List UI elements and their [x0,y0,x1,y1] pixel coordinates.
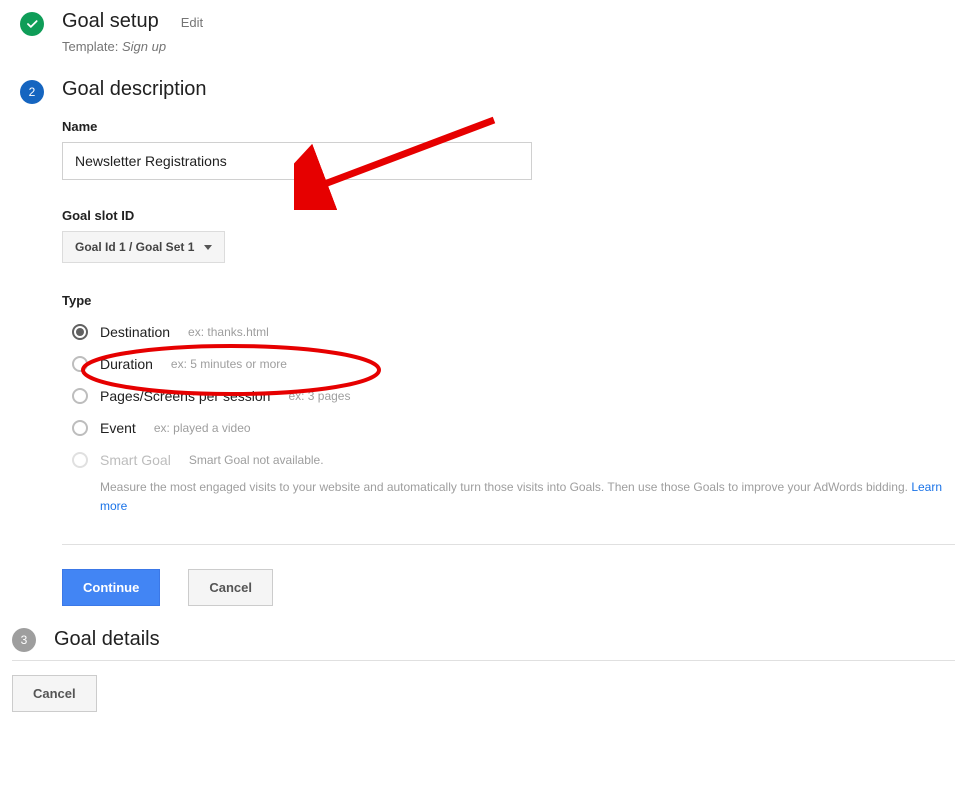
radio-pages-screens[interactable]: Pages/Screens per session ex: 3 pages [62,380,955,412]
goal-slot-dropdown[interactable]: Goal Id 1 / Goal Set 1 [62,231,225,263]
chevron-down-icon [204,245,212,250]
radio-icon [72,388,88,404]
goal-slot-label: Goal slot ID [62,208,955,223]
step-3-badge: 3 [12,628,36,652]
divider [62,544,955,545]
step-2-badge: 2 [20,80,44,104]
smart-goal-description: Measure the most engaged visits to your … [100,478,955,516]
radio-smart-goal: Smart Goal Smart Goal not available. [62,444,955,476]
radio-icon [72,356,88,372]
radio-icon [72,420,88,436]
checkmark-icon [20,12,44,36]
goal-name-input[interactable] [62,142,532,180]
step-2-title: Goal description [62,78,207,101]
radio-duration[interactable]: Duration ex: 5 minutes or more [62,348,955,380]
step-1-title: Goal setup [62,10,159,33]
footer-cancel-button[interactable]: Cancel [12,675,97,712]
step-2-goal-description: 2 Goal description Name Goal slot ID Goa… [20,78,955,606]
step-3-title: Goal details [54,628,160,651]
continue-button[interactable]: Continue [62,569,160,606]
radio-destination[interactable]: Destination ex: thanks.html [62,316,955,348]
step-1-goal-setup: Goal setup Edit Template: Sign up [20,10,955,54]
edit-link[interactable]: Edit [181,15,203,30]
step-3-goal-details: 3 Goal details [12,626,955,661]
type-label: Type [62,293,955,308]
radio-event[interactable]: Event ex: played a video [62,412,955,444]
cancel-button[interactable]: Cancel [188,569,273,606]
template-line: Template: Sign up [62,39,955,54]
radio-icon [72,452,88,468]
radio-icon [72,324,88,340]
name-label: Name [62,119,955,134]
